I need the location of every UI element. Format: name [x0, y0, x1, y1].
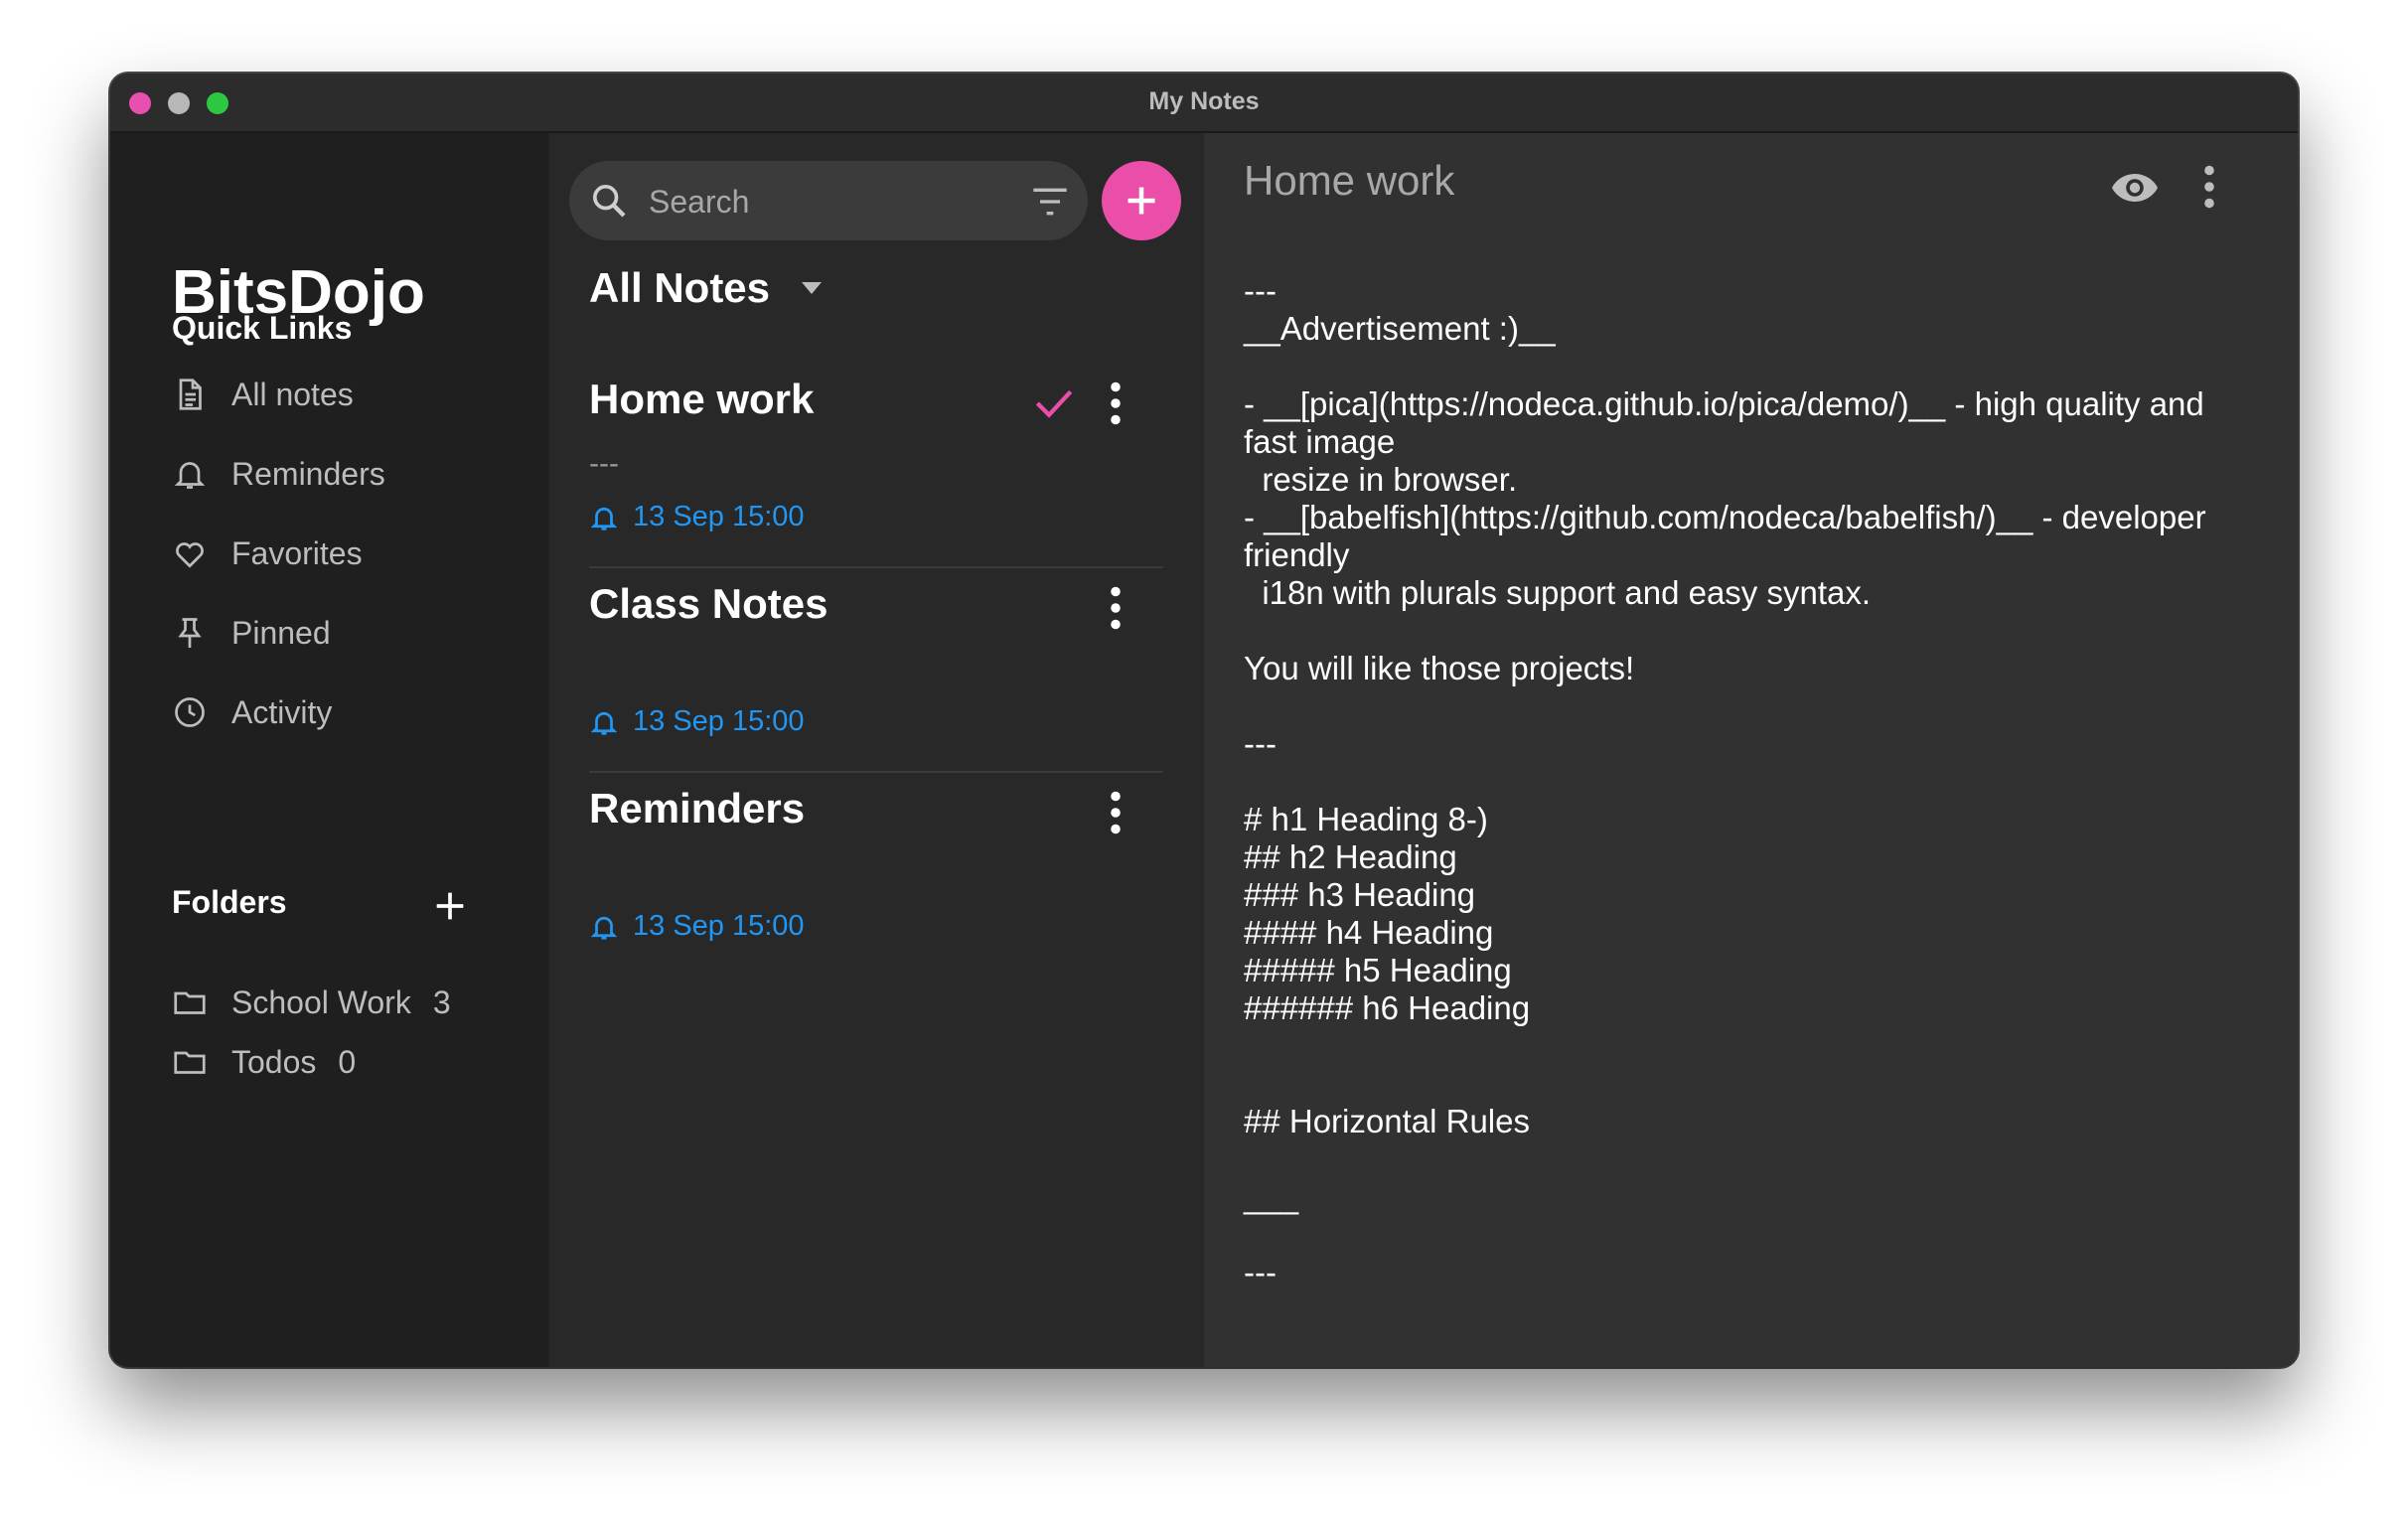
sidebar-item-label: Pinned	[231, 614, 331, 651]
sidebar-folder-school-work[interactable]: School Work 3	[172, 978, 451, 1027]
list-header-label: All Notes	[589, 264, 771, 311]
add-folder-icon[interactable]	[430, 886, 470, 926]
note-title: Home work	[589, 376, 815, 422]
more-vertical-icon[interactable]	[1106, 586, 1126, 630]
folder-icon	[174, 1051, 206, 1074]
search-icon	[593, 185, 626, 218]
search-bar[interactable]	[569, 161, 1088, 240]
sidebar-item-label: Favorites	[231, 534, 363, 571]
document-icon	[179, 378, 202, 410]
note-preview: ---	[589, 447, 619, 480]
folder-label: School Work	[231, 984, 411, 1020]
app-window: My Notes BitsDojo Quick Links All notes …	[110, 74, 2298, 1367]
check-icon	[1035, 389, 1073, 418]
note-reminder-time: 13 Sep 15:00	[633, 705, 805, 737]
note-reminder: 13 Sep 15:00	[589, 910, 805, 943]
note-reminder-time: 13 Sep 15:00	[633, 910, 805, 942]
editor-note-title[interactable]: Home work	[1244, 157, 1454, 205]
folder-label: Todos	[231, 1043, 317, 1080]
folders-title: Folders	[172, 884, 287, 920]
clock-icon	[175, 697, 205, 727]
bell-icon	[590, 711, 618, 735]
bell-icon	[590, 507, 618, 530]
more-vertical-icon[interactable]	[2199, 165, 2219, 209]
bell-icon	[590, 916, 618, 940]
sidebar-item-label: Reminders	[231, 455, 385, 492]
sidebar-item-favorites[interactable]: Favorites	[172, 529, 363, 578]
sidebar-item-pinned[interactable]: Pinned	[172, 608, 331, 658]
quick-links-title: Quick Links	[172, 310, 353, 346]
note-editor: Home work --- __Advertisement :)__ - __[…	[1204, 133, 2298, 1367]
note-item-class-notes[interactable]: Class Notes 13 Sep 15:00	[589, 568, 1163, 773]
plus-icon	[1128, 187, 1155, 215]
more-vertical-icon[interactable]	[1106, 381, 1126, 425]
editor-content[interactable]: --- __Advertisement :)__ - __[pica](http…	[1244, 272, 2247, 1291]
note-reminder-time: 13 Sep 15:00	[633, 501, 805, 532]
pin-icon	[178, 618, 202, 648]
search-input[interactable]	[647, 177, 1008, 227]
sidebar-item-all-notes[interactable]: All notes	[172, 370, 354, 419]
add-note-button[interactable]	[1102, 161, 1181, 240]
folder-count: 0	[338, 1043, 357, 1080]
note-reminder: 13 Sep 15:00	[589, 705, 805, 738]
note-item-home-work[interactable]: Home work --- 13 Sep 15:00	[589, 364, 1163, 568]
filter-icon[interactable]	[1030, 185, 1070, 219]
sidebar: BitsDojo Quick Links All notes Reminders…	[110, 133, 548, 1367]
bell-icon	[174, 462, 206, 489]
sidebar-folder-todos[interactable]: Todos 0	[172, 1037, 356, 1087]
note-title: Class Notes	[589, 580, 828, 627]
folder-count: 3	[432, 984, 451, 1020]
heart-icon	[176, 542, 204, 568]
sidebar-item-label: All notes	[231, 376, 354, 412]
notes-filter-dropdown[interactable]: All Notes	[589, 264, 826, 312]
note-item-reminders[interactable]: Reminders 13 Sep 15:00	[589, 773, 1163, 978]
window-title: My Notes	[1148, 87, 1260, 115]
notes-list-pane: All Notes Home work --- 13 Sep 15:00 Cla…	[549, 133, 1204, 1367]
sidebar-item-label: Activity	[231, 693, 333, 730]
chevron-down-icon	[802, 282, 823, 294]
sidebar-item-activity[interactable]: Activity	[172, 687, 332, 737]
title-bar[interactable]: My Notes	[110, 74, 2298, 133]
more-vertical-icon[interactable]	[1106, 791, 1126, 834]
note-title: Reminders	[589, 785, 806, 832]
eye-icon[interactable]	[2111, 171, 2159, 205]
note-reminder: 13 Sep 15:00	[589, 501, 805, 533]
sidebar-item-reminders[interactable]: Reminders	[172, 449, 385, 499]
folder-icon	[174, 991, 206, 1014]
